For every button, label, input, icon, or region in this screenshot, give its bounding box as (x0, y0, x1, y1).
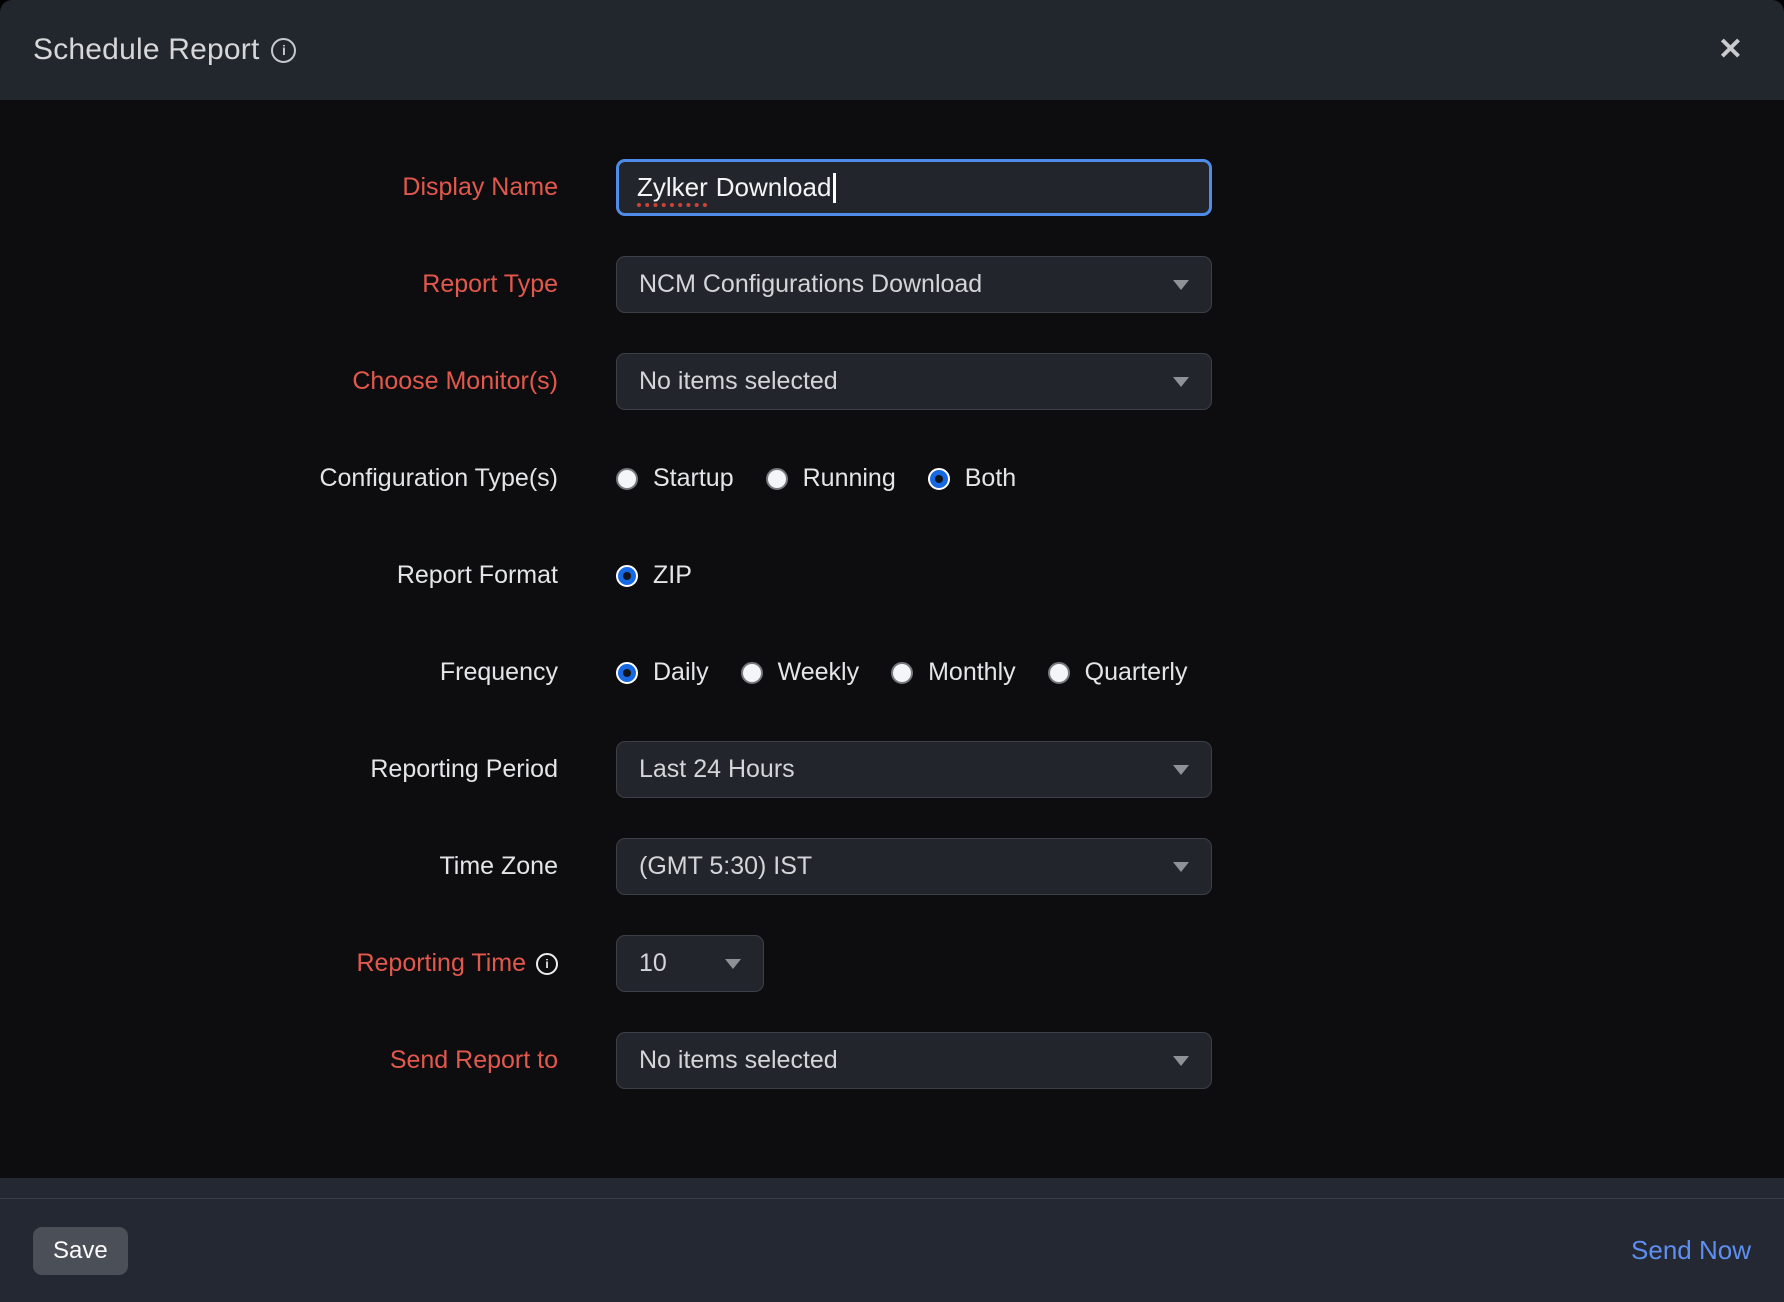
row-send-report-to: Send Report to No items selected (0, 1032, 1784, 1089)
frequency-radio-group: Daily Weekly Monthly Quarterly (616, 658, 1187, 687)
choose-monitors-select[interactable]: No items selected (616, 353, 1212, 410)
radio-selected-icon (928, 468, 950, 490)
radio-icon (1048, 662, 1070, 684)
send-now-link[interactable]: Send Now (1631, 1235, 1751, 1266)
radio-weekly[interactable]: Weekly (741, 658, 860, 687)
reporting-period-select[interactable]: Last 24 Hours (616, 741, 1212, 798)
radio-both[interactable]: Both (928, 464, 1016, 493)
info-icon[interactable]: i (536, 953, 558, 975)
row-configuration-types: Configuration Type(s) Startup Running Bo… (0, 450, 1784, 507)
chevron-down-icon (1173, 862, 1189, 872)
dialog-body: Display Name Zylker Download Report Type … (0, 100, 1784, 1178)
reporting-time-value: 10 (639, 949, 667, 978)
chevron-down-icon (1173, 280, 1189, 290)
choose-monitors-label: Choose Monitor(s) (0, 367, 558, 396)
send-report-to-label: Send Report to (0, 1046, 558, 1075)
report-type-select[interactable]: NCM Configurations Download (616, 256, 1212, 313)
radio-selected-icon (616, 662, 638, 684)
radio-icon (766, 468, 788, 490)
info-icon[interactable]: i (271, 38, 296, 63)
time-zone-label: Time Zone (0, 852, 558, 881)
chevron-down-icon (1173, 1056, 1189, 1066)
send-report-to-select[interactable]: No items selected (616, 1032, 1212, 1089)
report-type-label: Report Type (0, 270, 558, 299)
chevron-down-icon (725, 959, 741, 969)
radio-icon (891, 662, 913, 684)
radio-selected-icon (616, 565, 638, 587)
radio-monthly[interactable]: Monthly (891, 658, 1016, 687)
dialog-footer: Save Send Now (0, 1178, 1784, 1302)
text-cursor (833, 173, 836, 203)
time-zone-select[interactable]: (GMT 5:30) IST (616, 838, 1212, 895)
report-format-label: Report Format (0, 561, 558, 590)
radio-startup[interactable]: Startup (616, 464, 734, 493)
configuration-types-label: Configuration Type(s) (0, 464, 558, 493)
report-type-value: NCM Configurations Download (639, 270, 982, 299)
row-choose-monitors: Choose Monitor(s) No items selected (0, 353, 1784, 410)
radio-icon (616, 468, 638, 490)
chevron-down-icon (1173, 765, 1189, 775)
row-reporting-period: Reporting Period Last 24 Hours (0, 741, 1784, 798)
schedule-report-dialog: Schedule Report i ✕ Display Name ZylkerD… (0, 0, 1784, 1302)
dialog-title: Schedule Report (33, 33, 259, 67)
footer-divider (0, 1178, 1784, 1199)
radio-zip[interactable]: ZIP (616, 561, 692, 590)
choose-monitors-value: No items selected (639, 367, 838, 396)
radio-running[interactable]: Running (766, 464, 896, 493)
row-reporting-time: Reporting Time i 10 (0, 935, 1784, 992)
reporting-period-label: Reporting Period (0, 755, 558, 784)
reporting-period-value: Last 24 Hours (639, 755, 795, 784)
time-zone-value: (GMT 5:30) IST (639, 852, 812, 881)
row-display-name: Display Name Zylker Download (0, 159, 1784, 216)
report-format-radio-group: ZIP (616, 561, 692, 590)
row-report-type: Report Type NCM Configurations Download (0, 256, 1784, 313)
input-text-misspelled: Zylker (637, 172, 708, 203)
reporting-time-select[interactable]: 10 (616, 935, 764, 992)
send-report-to-value: No items selected (639, 1046, 838, 1075)
row-time-zone: Time Zone (GMT 5:30) IST (0, 838, 1784, 895)
reporting-time-label: Reporting Time i (0, 949, 558, 978)
close-icon[interactable]: ✕ (1710, 31, 1751, 69)
dialog-header: Schedule Report i ✕ (0, 0, 1784, 100)
configuration-types-radio-group: Startup Running Both (616, 464, 1016, 493)
row-report-format: Report Format ZIP (0, 547, 1784, 604)
chevron-down-icon (1173, 377, 1189, 387)
save-button[interactable]: Save (33, 1227, 128, 1275)
frequency-label: Frequency (0, 658, 558, 687)
radio-quarterly[interactable]: Quarterly (1048, 658, 1188, 687)
radio-icon (741, 662, 763, 684)
input-text: Download (716, 172, 832, 203)
row-frequency: Frequency Daily Weekly Monthly (0, 644, 1784, 701)
display-name-input[interactable]: Zylker Download (616, 159, 1212, 216)
radio-daily[interactable]: Daily (616, 658, 709, 687)
display-name-label: Display Name (0, 173, 558, 202)
